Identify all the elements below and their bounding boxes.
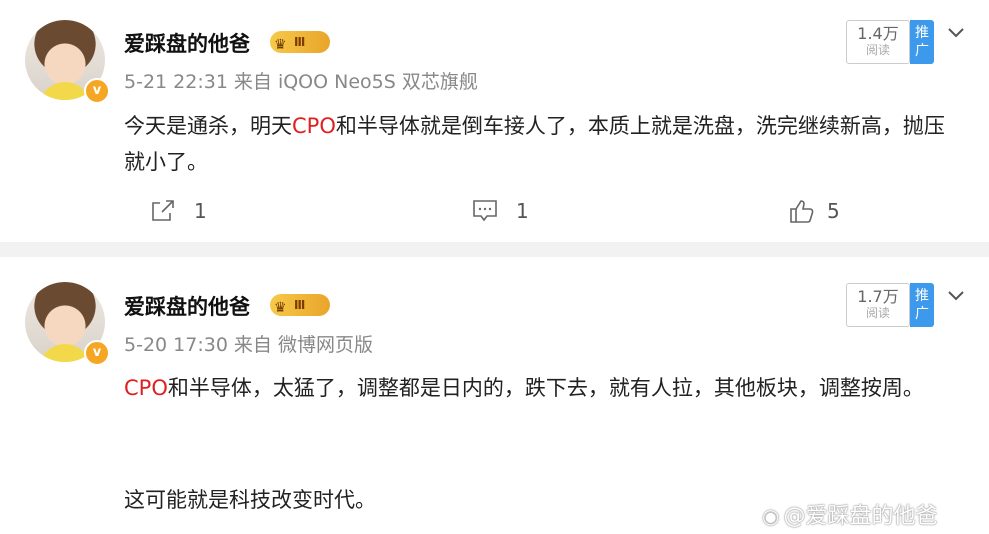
crown-icon: ♛ — [274, 37, 287, 53]
promote-button[interactable]: 推 广 — [910, 283, 934, 327]
read-count-value: 1.4万 — [857, 24, 899, 43]
post-date[interactable]: 5-20 17:30 — [124, 334, 228, 356]
read-count-label: 阅读 — [865, 43, 890, 57]
like-count: 5 — [827, 199, 840, 223]
comment-icon — [473, 200, 497, 222]
comment-count: 1 — [516, 199, 529, 223]
read-count-label: 阅读 — [865, 306, 890, 320]
promote-label: 广 — [915, 43, 929, 59]
promote-label: 推 — [915, 25, 929, 41]
like-button[interactable]: 5 — [789, 196, 840, 226]
topic-highlight[interactable]: CPO — [124, 376, 168, 400]
post-content: CPO和半导体，太猛了，调整都是日内的，跌下去，就有人拉，其他板块，调整按周。 — [124, 370, 964, 406]
username[interactable]: 爱踩盘的他爸 — [124, 291, 250, 321]
weibo-logo-icon: ◉ — [762, 504, 780, 528]
post-meta: 5-20 17:30 来自 微博网页版 — [124, 330, 373, 357]
source-prefix: 来自 — [233, 334, 272, 356]
content-text: 和半导体，太猛了，调整都是日内的，跌下去，就有人拉，其他板块，调整按周。 — [167, 376, 924, 400]
share-button[interactable]: 1 — [150, 196, 207, 226]
promote-label: 广 — [915, 306, 929, 322]
share-icon — [152, 200, 174, 221]
post-date[interactable]: 5-21 22:31 — [124, 71, 228, 93]
action-bar: 1 1 5 — [0, 196, 989, 226]
content-text: 今天是通杀，明天 — [124, 114, 292, 138]
level-badge-label: Ⅲ — [294, 35, 306, 49]
chevron-down-icon[interactable] — [946, 285, 966, 305]
promote-label: 推 — [915, 288, 929, 304]
level-badge-label: Ⅲ — [294, 298, 306, 312]
weibo-post-2: v 爱踩盘的他爸 ♛ Ⅲ 5-20 17:30 来自 微博网页版 CPO和半导体，太… — [0, 257, 989, 534]
share-count: 1 — [194, 199, 207, 223]
chevron-down-icon[interactable] — [946, 22, 966, 42]
level-badge[interactable]: ♛ Ⅲ — [270, 294, 330, 316]
post-meta: 5-21 22:31 来自 iQOO Neo5S 双芯旗舰 — [124, 67, 478, 94]
promote-button[interactable]: 推 广 — [910, 20, 934, 64]
watermark: ◉ @爱踩盘的他爸 — [762, 498, 937, 530]
level-badge[interactable]: ♛ Ⅲ — [270, 31, 330, 53]
username[interactable]: 爱踩盘的他爸 — [124, 28, 250, 58]
read-count: 1.7万 阅读 — [846, 283, 910, 327]
like-icon — [790, 200, 814, 223]
read-count-value: 1.7万 — [857, 287, 899, 306]
post-source: iQOO Neo5S 双芯旗舰 — [277, 71, 478, 93]
post-source[interactable]: 微博网页版 — [278, 334, 373, 356]
source-prefix: 来自 — [233, 71, 272, 93]
post-divider — [0, 242, 989, 257]
verified-badge-icon: v — [84, 340, 110, 366]
topic-highlight[interactable]: CPO — [292, 114, 336, 138]
crown-icon: ♛ — [274, 300, 287, 316]
post-content: 今天是通杀，明天CPO和半导体就是倒车接人了，本质上就是洗盘，洗完继续新高，抛压… — [124, 108, 964, 180]
comment-button[interactable]: 1 — [472, 196, 529, 226]
watermark-text: @爱踩盘的他爸 — [783, 504, 938, 529]
content-text: 这可能就是科技改变时代。 — [124, 488, 376, 512]
weibo-post-1: v 爱踩盘的他爸 ♛ Ⅲ 5-21 22:31 来自 iQOO Neo5S 双芯旗舰… — [0, 0, 989, 242]
read-count: 1.4万 阅读 — [846, 20, 910, 64]
verified-badge-icon: v — [84, 78, 110, 104]
